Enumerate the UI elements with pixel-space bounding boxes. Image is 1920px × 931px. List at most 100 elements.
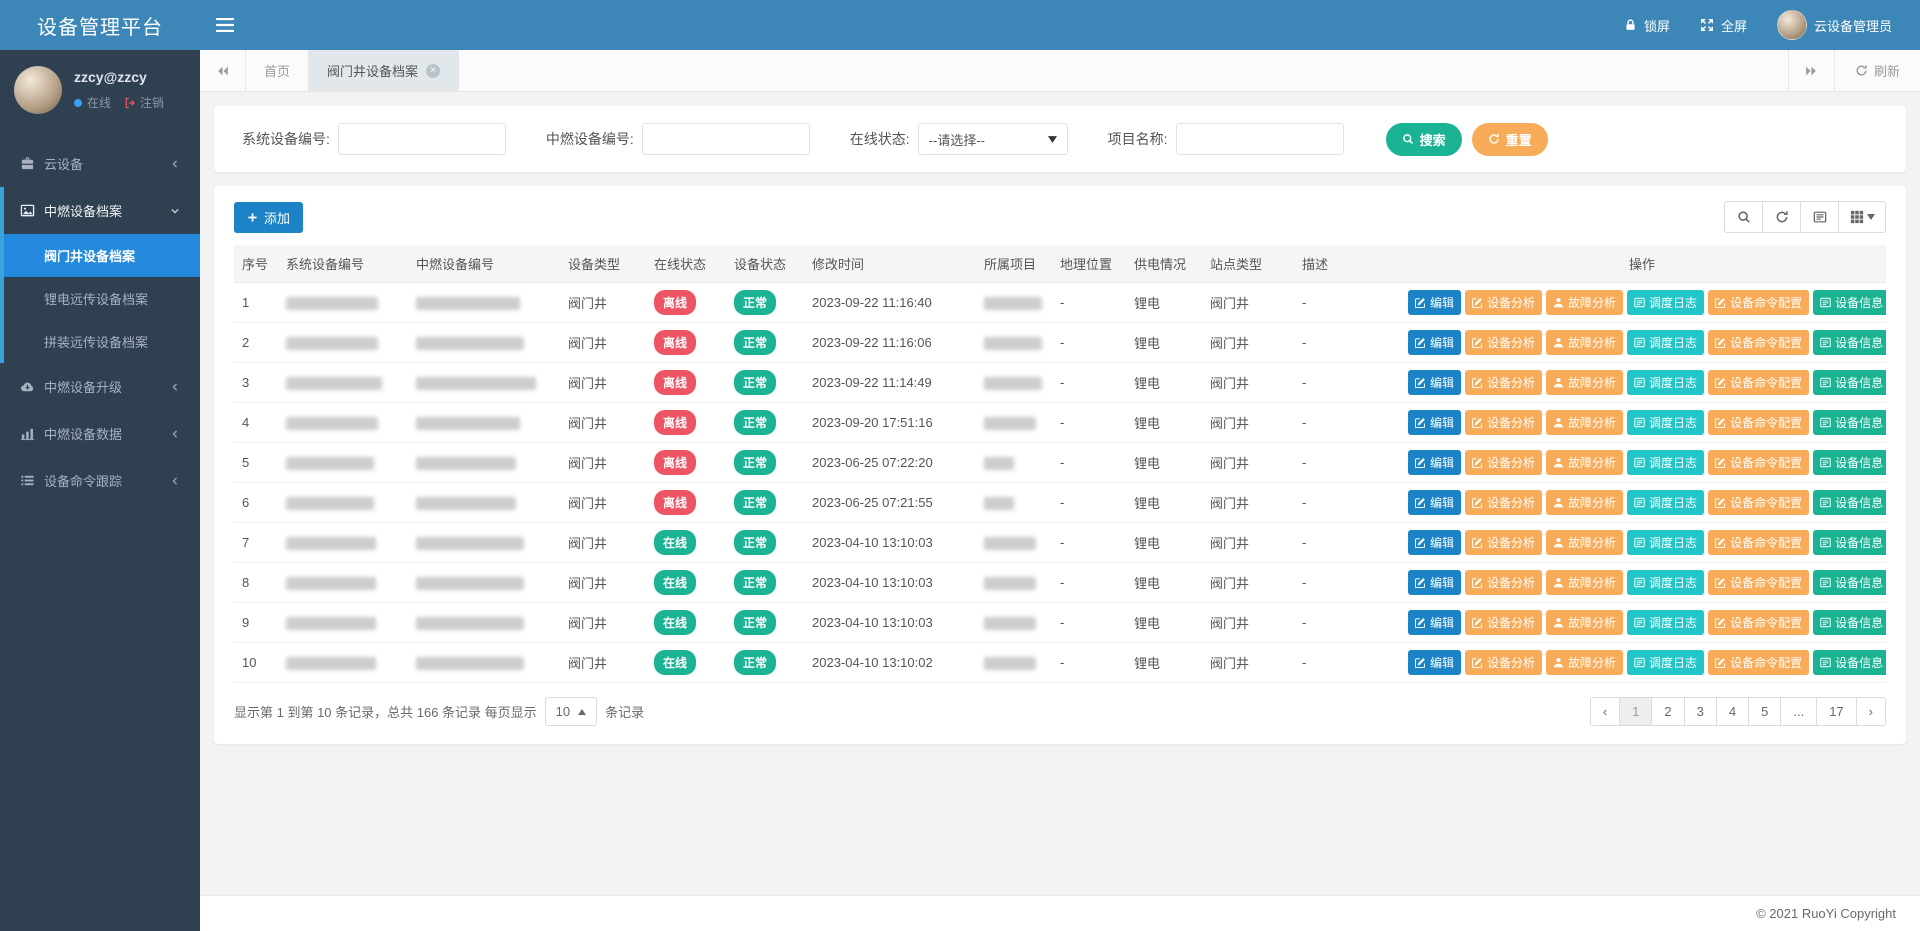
device-info-button[interactable]: 设备信息 xyxy=(1813,570,1886,595)
dispatch-log-button[interactable]: 调度日志 xyxy=(1627,530,1704,555)
page-next-button[interactable]: › xyxy=(1856,697,1886,726)
device-analysis-button[interactable]: 设备分析 xyxy=(1465,570,1542,595)
sidebar-item-command-tracking[interactable]: 设备命令跟踪 xyxy=(0,457,200,504)
dispatch-log-button[interactable]: 调度日志 xyxy=(1627,490,1704,515)
table-columns-button[interactable] xyxy=(1838,201,1886,233)
page-number-button[interactable]: 5 xyxy=(1748,697,1781,726)
dispatch-log-button[interactable]: 调度日志 xyxy=(1627,450,1704,475)
zhongran-device-id-input[interactable] xyxy=(642,123,810,155)
device-analysis-button[interactable]: 设备分析 xyxy=(1465,530,1542,555)
logout-button[interactable]: 注销 xyxy=(124,94,164,111)
sidebar-item-valve-well-archive[interactable]: 阀门井设备档案 xyxy=(4,234,200,277)
fault-analysis-button[interactable]: 故障分析 xyxy=(1546,450,1623,475)
device-analysis-button[interactable]: 设备分析 xyxy=(1465,370,1542,395)
page-number-button[interactable]: 4 xyxy=(1716,697,1749,726)
page-ellipsis[interactable]: ... xyxy=(1780,697,1817,726)
lock-screen-button[interactable]: 锁屏 xyxy=(1624,16,1670,35)
tabs-scroll-right-button[interactable] xyxy=(1788,50,1834,91)
edit-button[interactable]: 编辑 xyxy=(1408,570,1461,595)
device-analysis-button[interactable]: 设备分析 xyxy=(1465,650,1542,675)
device-info-button[interactable]: 设备信息 xyxy=(1813,610,1886,635)
fault-analysis-button[interactable]: 故障分析 xyxy=(1546,610,1623,635)
device-command-config-button[interactable]: 设备命令配置 xyxy=(1708,330,1809,355)
edit-button[interactable]: 编辑 xyxy=(1408,490,1461,515)
table-view-toggle-button[interactable] xyxy=(1800,201,1839,233)
page-prev-button[interactable]: ‹ xyxy=(1590,697,1620,726)
device-info-button[interactable]: 设备信息 xyxy=(1813,410,1886,435)
device-command-config-button[interactable]: 设备命令配置 xyxy=(1708,450,1809,475)
dispatch-log-button[interactable]: 调度日志 xyxy=(1627,650,1704,675)
device-analysis-button[interactable]: 设备分析 xyxy=(1465,410,1542,435)
avatar[interactable] xyxy=(14,66,62,114)
edit-button[interactable]: 编辑 xyxy=(1408,330,1461,355)
fault-analysis-button[interactable]: 故障分析 xyxy=(1546,570,1623,595)
device-info-button[interactable]: 设备信息 xyxy=(1813,530,1886,555)
page-number-button[interactable]: 1 xyxy=(1619,697,1652,726)
device-command-config-button[interactable]: 设备命令配置 xyxy=(1708,490,1809,515)
fault-analysis-button[interactable]: 故障分析 xyxy=(1546,650,1623,675)
table-search-button[interactable] xyxy=(1724,201,1763,233)
device-info-button[interactable]: 设备信息 xyxy=(1813,490,1886,515)
dispatch-log-button[interactable]: 调度日志 xyxy=(1627,370,1704,395)
edit-button[interactable]: 编辑 xyxy=(1408,610,1461,635)
sidebar-item-zhongran-device-archive[interactable]: 中燃设备档案 xyxy=(4,187,200,234)
sidebar-item-assembled-remote-archive[interactable]: 拼装远传设备档案 xyxy=(4,320,200,363)
sidebar-toggle-button[interactable] xyxy=(216,18,234,32)
dispatch-log-button[interactable]: 调度日志 xyxy=(1627,410,1704,435)
device-analysis-button[interactable]: 设备分析 xyxy=(1465,610,1542,635)
device-info-button[interactable]: 设备信息 xyxy=(1813,650,1886,675)
sidebar-item-lithium-remote-archive[interactable]: 锂电远传设备档案 xyxy=(4,277,200,320)
device-command-config-button[interactable]: 设备命令配置 xyxy=(1708,530,1809,555)
edit-button[interactable]: 编辑 xyxy=(1408,450,1461,475)
dispatch-log-button[interactable]: 调度日志 xyxy=(1627,570,1704,595)
edit-button[interactable]: 编辑 xyxy=(1408,530,1461,555)
edit-button[interactable]: 编辑 xyxy=(1408,410,1461,435)
online-status-select[interactable]: --请选择-- xyxy=(918,123,1068,155)
device-command-config-button[interactable]: 设备命令配置 xyxy=(1708,570,1809,595)
fault-analysis-button[interactable]: 故障分析 xyxy=(1546,290,1623,315)
sidebar-item-device-upgrade[interactable]: 中燃设备升级 xyxy=(0,363,200,410)
page-number-button[interactable]: 17 xyxy=(1816,697,1856,726)
dispatch-log-button[interactable]: 调度日志 xyxy=(1627,330,1704,355)
device-command-config-button[interactable]: 设备命令配置 xyxy=(1708,410,1809,435)
device-analysis-button[interactable]: 设备分析 xyxy=(1465,490,1542,515)
search-button[interactable]: 搜索 xyxy=(1386,123,1462,156)
sidebar-item-cloud-device[interactable]: 云设备 xyxy=(0,140,200,187)
edit-button[interactable]: 编辑 xyxy=(1408,370,1461,395)
reset-button[interactable]: 重置 xyxy=(1472,123,1548,156)
sidebar-item-device-data[interactable]: 中燃设备数据 xyxy=(0,410,200,457)
device-command-config-button[interactable]: 设备命令配置 xyxy=(1708,290,1809,315)
device-info-button[interactable]: 设备信息 xyxy=(1813,370,1886,395)
fault-analysis-button[interactable]: 故障分析 xyxy=(1546,490,1623,515)
device-command-config-button[interactable]: 设备命令配置 xyxy=(1708,610,1809,635)
fault-analysis-button[interactable]: 故障分析 xyxy=(1546,530,1623,555)
device-command-config-button[interactable]: 设备命令配置 xyxy=(1708,650,1809,675)
fullscreen-button[interactable]: 全屏 xyxy=(1700,16,1747,35)
edit-button[interactable]: 编辑 xyxy=(1408,650,1461,675)
fault-analysis-button[interactable]: 故障分析 xyxy=(1546,370,1623,395)
device-analysis-button[interactable]: 设备分析 xyxy=(1465,290,1542,315)
tabs-scroll-left-button[interactable] xyxy=(200,50,246,91)
page-size-select[interactable]: 10 xyxy=(545,697,597,726)
table-refresh-button[interactable] xyxy=(1762,201,1801,233)
edit-button[interactable]: 编辑 xyxy=(1408,290,1461,315)
fault-analysis-button[interactable]: 故障分析 xyxy=(1546,410,1623,435)
dispatch-log-button[interactable]: 调度日志 xyxy=(1627,610,1704,635)
fault-analysis-button[interactable]: 故障分析 xyxy=(1546,330,1623,355)
add-button[interactable]: 添加 xyxy=(234,202,303,233)
user-menu[interactable]: 云设备管理员 xyxy=(1777,10,1892,40)
device-command-config-button[interactable]: 设备命令配置 xyxy=(1708,370,1809,395)
tab-home[interactable]: 首页 xyxy=(246,50,309,91)
close-tab-icon[interactable]: × xyxy=(426,64,440,78)
device-info-button[interactable]: 设备信息 xyxy=(1813,450,1886,475)
dispatch-log-button[interactable]: 调度日志 xyxy=(1627,290,1704,315)
device-info-button[interactable]: 设备信息 xyxy=(1813,330,1886,355)
project-name-input[interactable] xyxy=(1176,123,1344,155)
tab-valve-well-archive[interactable]: 阀门井设备档案 × xyxy=(309,50,459,91)
device-analysis-button[interactable]: 设备分析 xyxy=(1465,450,1542,475)
device-analysis-button[interactable]: 设备分析 xyxy=(1465,330,1542,355)
page-number-button[interactable]: 3 xyxy=(1684,697,1717,726)
system-device-id-input[interactable] xyxy=(338,123,506,155)
page-number-button[interactable]: 2 xyxy=(1651,697,1684,726)
refresh-tab-button[interactable]: 刷新 xyxy=(1834,50,1920,91)
